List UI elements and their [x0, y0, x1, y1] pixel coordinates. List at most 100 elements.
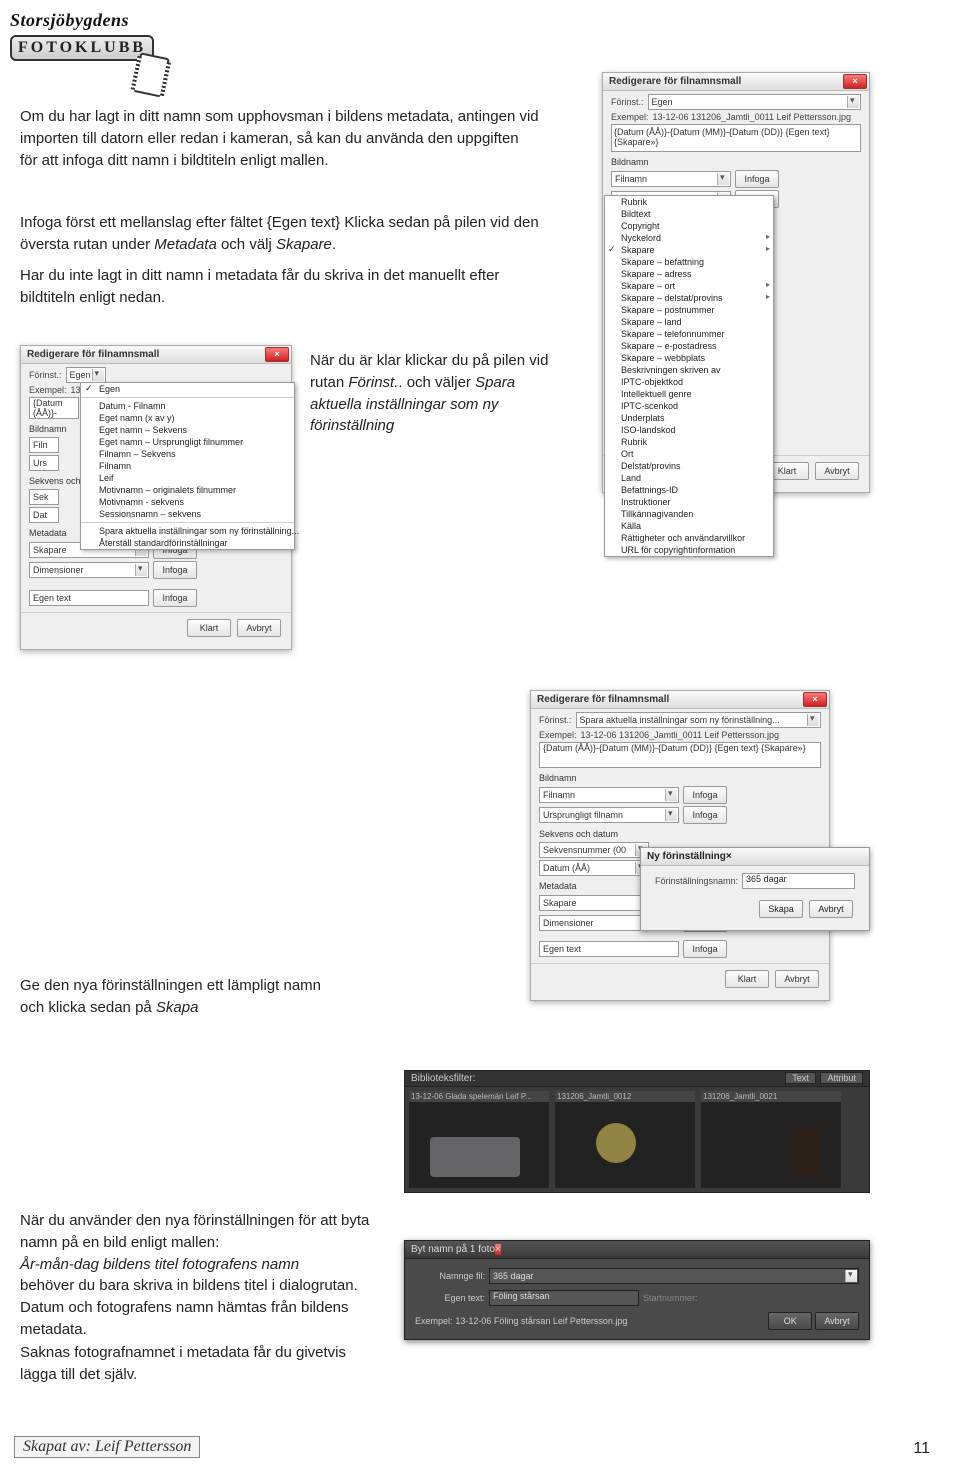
row-dat[interactable]: Dat: [29, 507, 59, 523]
attribut-tab[interactable]: Attribut: [820, 1072, 863, 1084]
egentext-combo[interactable]: Egen text: [539, 941, 679, 957]
metadata-item[interactable]: Skapare – befattning: [605, 256, 773, 268]
filnamn-combo[interactable]: Filnamn: [539, 787, 679, 803]
preset-menu-item[interactable]: Datum - Filnamn: [81, 400, 294, 412]
preset-menu-item[interactable]: Filnamn – Sekvens: [81, 448, 294, 460]
metadata-item[interactable]: IPTC-objektkod: [605, 376, 773, 388]
metadata-item[interactable]: Skapare – delstat/provins: [605, 292, 773, 304]
metadata-item[interactable]: Instruktioner: [605, 496, 773, 508]
row-urs[interactable]: Urs: [29, 455, 59, 471]
metadata-item[interactable]: Nyckelord: [605, 232, 773, 244]
dimensioner-combo[interactable]: Dimensioner: [29, 562, 149, 578]
avbryt-button[interactable]: Avbryt: [775, 970, 819, 988]
chevron-down-icon[interactable]: [845, 1270, 857, 1282]
close-icon[interactable]: ×: [843, 74, 867, 89]
metadata-item[interactable]: Rubrik: [605, 196, 773, 208]
metadata-item[interactable]: Källa: [605, 520, 773, 532]
pattern-field[interactable]: {Datum (ÅÅ)}-{Datum (MM)}-{Datum (DD)} {…: [611, 124, 861, 152]
skapa-button[interactable]: Skapa: [759, 900, 803, 918]
metadata-item[interactable]: Skapare – land: [605, 316, 773, 328]
metadata-item[interactable]: Skapare – postnummer: [605, 304, 773, 316]
thumbnail[interactable]: 131206_Jamtli_0021: [701, 1091, 841, 1188]
filename-combo[interactable]: Filnamn: [611, 171, 731, 187]
dialog-titlebar[interactable]: Redigerare för filnamnsmall×: [531, 691, 829, 709]
infoga-button[interactable]: Infoga: [735, 170, 779, 188]
chevron-down-icon[interactable]: [665, 809, 677, 821]
preset-menu-item[interactable]: Eget namn – Sekvens: [81, 424, 294, 436]
preset-menu-item[interactable]: Återställ standardförinställningar: [81, 537, 294, 549]
infoga-button[interactable]: Infoga: [683, 786, 727, 804]
chevron-down-icon[interactable]: [847, 96, 859, 108]
preset-menu-item[interactable]: Spara aktuella inställningar som ny föri…: [81, 525, 294, 537]
pattern-field[interactable]: {Datum (ÅÅ)}-: [29, 397, 79, 419]
egentext-combo[interactable]: Egen text: [29, 590, 149, 606]
avbryt-button[interactable]: Avbryt: [815, 462, 859, 480]
egentext-input[interactable]: Föling stårsan: [489, 1290, 639, 1306]
preset-menu-item[interactable]: Leif: [81, 472, 294, 484]
preset-menu-item[interactable]: Sessionsnamn – sekvens: [81, 508, 294, 520]
metadata-item[interactable]: URL för copyrightinformation: [605, 544, 773, 556]
chevron-down-icon[interactable]: [135, 564, 147, 576]
preset-menu-item[interactable]: Egen: [81, 383, 294, 395]
metadata-item[interactable]: ISO-landskod: [605, 424, 773, 436]
metadata-item[interactable]: Land: [605, 472, 773, 484]
metadata-item[interactable]: Bildtext: [605, 208, 773, 220]
dialog-titlebar[interactable]: Redigerare för filnamnsmall ×: [603, 73, 869, 91]
pattern-field[interactable]: {Datum (ÅÅ)}-{Datum (MM)}-{Datum (DD)} {…: [539, 742, 821, 768]
close-icon[interactable]: ×: [726, 851, 732, 862]
dialog-titlebar[interactable]: Byt namn på 1 foto×: [405, 1241, 869, 1259]
close-icon[interactable]: ×: [265, 347, 289, 362]
metadata-item[interactable]: Skapare – e-postadress: [605, 340, 773, 352]
thumbnail-image[interactable]: [555, 1102, 695, 1188]
metadata-item[interactable]: Rubrik: [605, 436, 773, 448]
ok-button[interactable]: OK: [768, 1312, 812, 1330]
preset-combo[interactable]: Spara aktuella inställningar som ny föri…: [576, 712, 821, 728]
metadata-item[interactable]: IPTC-scenkod: [605, 400, 773, 412]
close-icon[interactable]: ×: [803, 692, 827, 707]
metadata-item[interactable]: Skapare – ort: [605, 280, 773, 292]
dialog-titlebar[interactable]: Ny förinställning×: [641, 848, 869, 866]
avbryt-button[interactable]: Avbryt: [237, 619, 281, 637]
metadata-item[interactable]: Underplats: [605, 412, 773, 424]
dialog-titlebar[interactable]: Redigerare för filnamnsmall ×: [21, 346, 291, 364]
thumbnail-image[interactable]: [409, 1102, 549, 1188]
row-sek[interactable]: Sek: [29, 489, 59, 505]
text-tab[interactable]: Text: [785, 1072, 816, 1084]
metadata-item[interactable]: Skapare: [605, 244, 773, 256]
chevron-down-icon[interactable]: [807, 714, 819, 726]
metadata-item[interactable]: Delstat/provins: [605, 460, 773, 472]
avbryt-button[interactable]: Avbryt: [809, 900, 853, 918]
preset-name-input[interactable]: 365 dagar: [742, 873, 855, 889]
preset-combo[interactable]: Egen: [66, 367, 106, 383]
datum-combo[interactable]: Datum (ÅÅ): [539, 860, 649, 876]
metadata-item[interactable]: Skapare – webbplats: [605, 352, 773, 364]
metadata-dropdown[interactable]: RubrikBildtextCopyrightNyckelordSkapareS…: [604, 195, 774, 557]
preset-menu[interactable]: EgenDatum - FilnamnEget namn (x av y)Ege…: [80, 382, 295, 550]
metadata-item[interactable]: Copyright: [605, 220, 773, 232]
namnge-combo[interactable]: 365 dagar: [489, 1268, 859, 1284]
preset-menu-item[interactable]: Motivnamn – originalets filnummer: [81, 484, 294, 496]
infoga-button[interactable]: Infoga: [683, 806, 727, 824]
preset-menu-item[interactable]: Eget namn – Ursprungligt filnummer: [81, 436, 294, 448]
metadata-item[interactable]: Rättigheter och användarvillkor: [605, 532, 773, 544]
metadata-item[interactable]: Skapare – telefonnummer: [605, 328, 773, 340]
avbryt-button[interactable]: Avbryt: [815, 1312, 859, 1330]
infoga-button[interactable]: Infoga: [683, 940, 727, 958]
metadata-item[interactable]: Skapare – adress: [605, 268, 773, 280]
klart-button[interactable]: Klart: [725, 970, 769, 988]
close-icon[interactable]: ×: [495, 1244, 501, 1255]
row-filn[interactable]: Filn: [29, 437, 59, 453]
klart-button[interactable]: Klart: [187, 619, 231, 637]
thumbnail-image[interactable]: [701, 1102, 841, 1188]
metadata-item[interactable]: Beskrivningen skriven av: [605, 364, 773, 376]
thumbnail[interactable]: 131206_Jamtli_0012: [555, 1091, 695, 1188]
sekvnum-combo[interactable]: Sekvensnummer (00: [539, 842, 649, 858]
preset-menu-item[interactable]: Eget namn (x av y): [81, 412, 294, 424]
metadata-item[interactable]: Befattnings-ID: [605, 484, 773, 496]
metadata-item[interactable]: Ort: [605, 448, 773, 460]
preset-combo[interactable]: Egen: [648, 94, 861, 110]
ursprung-combo[interactable]: Ursprungligt filnamn: [539, 807, 679, 823]
infoga-button[interactable]: Infoga: [153, 561, 197, 579]
chevron-down-icon[interactable]: [92, 369, 104, 381]
infoga-button[interactable]: Infoga: [153, 589, 197, 607]
